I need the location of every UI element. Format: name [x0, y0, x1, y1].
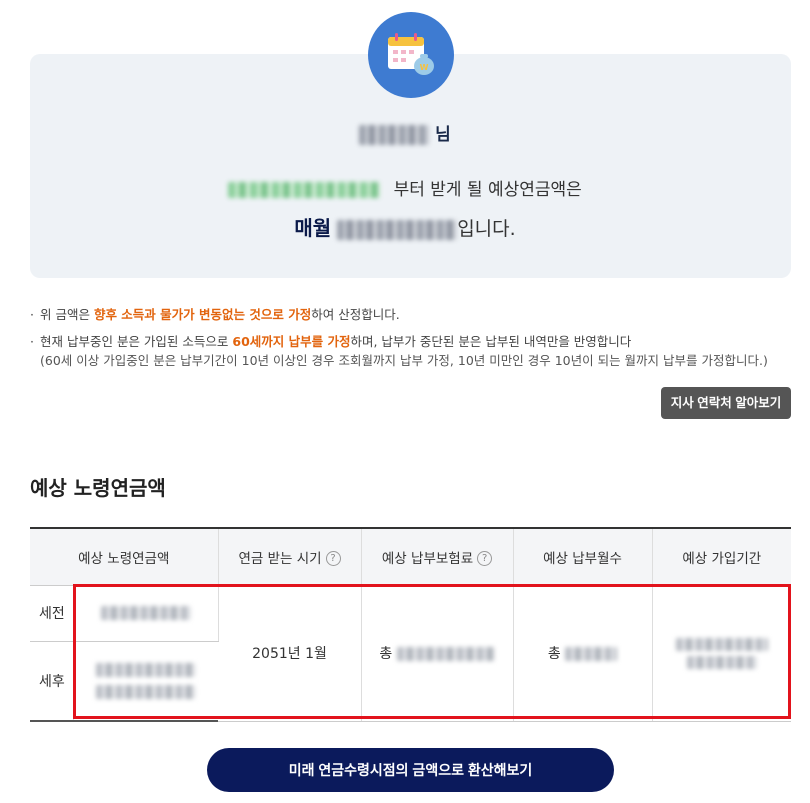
- header-label: 연금 받는 시기: [238, 550, 322, 567]
- note-text: 하여 산정합니다.: [311, 307, 400, 322]
- note-emphasis: 60세까지 납부를 가정: [232, 334, 351, 349]
- note-text: 현재 납부중인 분은 가입된 소득으로: [40, 334, 233, 349]
- pension-start-line: 부터 받게 될 예상연금액은: [0, 175, 810, 200]
- user-name-line: 님: [0, 120, 810, 145]
- start-date-blurred: [228, 182, 381, 198]
- svg-text:W: W: [420, 63, 429, 72]
- header-months: 예상 납부월수: [513, 527, 653, 586]
- post-tax-amount-cell: [73, 641, 219, 722]
- monthly-label: 매월: [294, 216, 332, 240]
- section-title: 예상 노령연금액: [30, 476, 166, 500]
- note-item: 위 금액은 향후 소득과 물가가 변동없는 것으로 가정하여 산정합니다.: [30, 305, 790, 324]
- pension-table: 예상 노령연금액 연금 받는 시기? 예상 납부보험료? 예상 납부월수 예상 …: [30, 527, 792, 722]
- branch-contact-button[interactable]: 지사 연락처 알아보기: [661, 387, 791, 419]
- user-name-blurred: [359, 125, 430, 145]
- from-text: 부터 받게 될 예상연금액은: [393, 180, 582, 200]
- header-label: 예상 납부보험료: [381, 550, 474, 567]
- convert-future-value-button[interactable]: 미래 연금수령시점의 금액으로 환산해보기: [207, 748, 614, 792]
- months-cell: 총: [513, 585, 653, 722]
- monthly-amount-blurred: [337, 219, 458, 240]
- row-label-post-tax: 세후: [30, 641, 74, 722]
- period-cell: [652, 585, 792, 722]
- calendar-money-icon: W: [388, 33, 434, 75]
- months-blurred: [565, 647, 618, 661]
- help-icon[interactable]: ?: [477, 551, 493, 567]
- table-row: 세전 2051년 1월 총 총: [30, 585, 792, 722]
- header-pension-amount: 예상 노령연금액: [30, 527, 219, 586]
- assumption-notes: 위 금액은 향후 소득과 물가가 변동없는 것으로 가정하여 산정합니다. 현재…: [30, 305, 790, 378]
- note-emphasis: 향후 소득과 물가가 변동없는 것으로 가정: [93, 307, 312, 322]
- monthly-suffix: 입니다.: [457, 218, 516, 240]
- monthly-amount-line: 매월 입니다.: [0, 212, 810, 241]
- post-tax-amount-blurred: [95, 662, 196, 677]
- pre-tax-amount-cell: [73, 585, 219, 642]
- header-period: 예상 가입기간: [652, 527, 792, 586]
- calendar-badge: W: [368, 12, 454, 98]
- header-premium: 예상 납부보험료?: [361, 527, 514, 586]
- months-prefix: 총: [547, 646, 561, 662]
- name-suffix: 님: [435, 125, 451, 145]
- pre-tax-amount-blurred: [100, 606, 191, 620]
- period-blurred: [686, 655, 757, 669]
- post-tax-amount-blurred: [95, 684, 196, 699]
- header-start-time: 연금 받는 시기?: [218, 527, 362, 586]
- note-subtext: (60세 이상 가입중인 분은 납부기간이 10년 이상인 경우 조회월까지 납…: [40, 353, 768, 368]
- premium-prefix: 총: [379, 646, 393, 662]
- start-time-cell: 2051년 1월: [218, 585, 362, 722]
- premium-blurred: [396, 647, 495, 661]
- row-label-pre-tax: 세전: [30, 585, 74, 642]
- note-text: 하며, 납부가 중단된 분은 납부된 내역만을 반영합니다: [350, 334, 632, 349]
- note-item: 현재 납부중인 분은 가입된 소득으로 60세까지 납부를 가정하며, 납부가 …: [30, 332, 790, 370]
- period-blurred: [675, 637, 768, 651]
- note-text: 위 금액은: [40, 307, 94, 322]
- help-icon[interactable]: ?: [325, 551, 341, 567]
- premium-cell: 총: [361, 585, 514, 722]
